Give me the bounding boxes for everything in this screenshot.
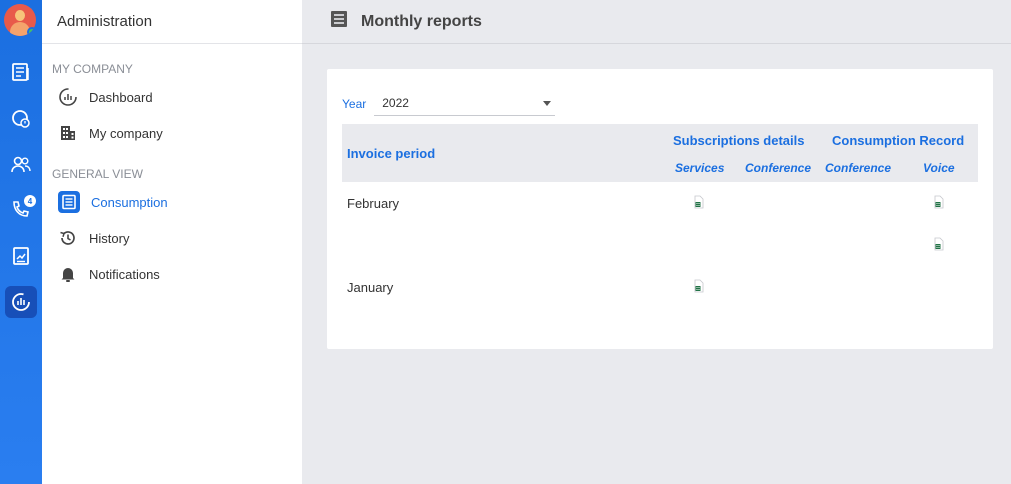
section-my-company: MY COMPANY [52, 62, 133, 76]
building-icon [58, 123, 78, 143]
col-group-subscriptions: Subscriptions details [673, 133, 805, 148]
sidebar-item-consumption[interactable]: Consumption [42, 184, 302, 220]
sidebar-title: Administration [42, 0, 302, 44]
list-document-icon [58, 191, 80, 213]
sidebar-item-notifications[interactable]: Notifications [42, 256, 302, 292]
rail-phone-icon[interactable]: 4 [5, 193, 37, 225]
sidebar-item-label: History [89, 230, 130, 246]
monthly-reports-card: Year 2022 Invoice period Subscriptions d… [327, 69, 993, 349]
bell-icon [58, 264, 78, 284]
user-avatar[interactable] [4, 4, 36, 36]
year-label: Year [342, 97, 367, 111]
section-general-view: GENERAL VIEW [52, 167, 143, 181]
table-header: Invoice period Subscriptions details Con… [342, 124, 978, 182]
col-group-consumption: Consumption Record [832, 133, 965, 148]
rail-users-icon[interactable] [5, 149, 37, 181]
col-voice: Voice [923, 161, 955, 175]
rail-clock-icon[interactable] [5, 103, 37, 135]
dashboard-gauge-icon [58, 87, 78, 107]
sidebar-item-label: My company [89, 125, 163, 141]
col-services: Services [675, 161, 725, 175]
rail-news-icon[interactable] [5, 56, 37, 88]
sidebar-item-label: Consumption [91, 194, 168, 210]
year-filter: Year 2022 [342, 92, 556, 116]
year-select[interactable]: 2022 [374, 92, 556, 116]
excel-file-icon[interactable] [934, 195, 944, 209]
sidebar-item-my-company[interactable]: My company [42, 115, 302, 151]
online-status-dot [27, 27, 36, 36]
excel-file-icon[interactable] [694, 195, 704, 209]
sidebar-item-dashboard[interactable]: Dashboard [42, 79, 302, 115]
col-consumption-conference: Conference [825, 161, 892, 175]
year-select-value: 2022 [382, 96, 409, 110]
page-title: Monthly reports [361, 12, 482, 30]
sidebar-item-label: Notifications [89, 266, 160, 282]
page-header: Monthly reports [302, 0, 1011, 44]
excel-file-icon[interactable] [694, 279, 704, 293]
col-invoice-period[interactable]: Invoice period [347, 146, 435, 161]
excel-file-icon[interactable] [934, 237, 944, 251]
sidebar-item-history[interactable]: History [42, 220, 302, 256]
sidebar-item-label: Dashboard [89, 89, 153, 105]
rail-administration-icon[interactable] [5, 286, 37, 318]
table-row-period: February [347, 196, 400, 211]
history-clock-icon [58, 228, 78, 248]
calls-badge: 4 [24, 195, 36, 207]
report-list-icon [330, 10, 348, 33]
rail-report-icon[interactable] [5, 240, 37, 272]
col-subscription-conference: Conference [745, 161, 812, 175]
sidebar-panel: Administration MY COMPANY Dashboard My c… [42, 0, 302, 484]
chevron-down-icon [543, 101, 552, 106]
app-rail: 4 [0, 0, 42, 484]
table-row-period: January [347, 280, 394, 295]
